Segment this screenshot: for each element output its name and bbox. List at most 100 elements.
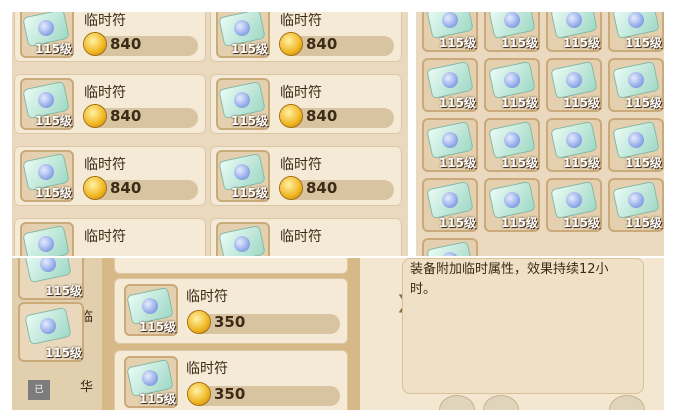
- item-icon-slot: 115级: [124, 284, 178, 336]
- item-name: 临时符: [84, 85, 126, 101]
- coin-icon: [84, 33, 106, 55]
- inventory-slot[interactable]: 115级: [546, 178, 602, 232]
- item-icon-slot: 115级: [124, 356, 178, 408]
- shop-list-panel: 115级 临时符 840 115级 临时符 840 115级 临时符 840 1…: [12, 12, 408, 256]
- inventory-slot[interactable]: 115级: [484, 58, 540, 112]
- inventory-slot[interactable]: 115级: [422, 58, 478, 112]
- item-name: 临时符: [280, 13, 322, 29]
- shop-item-card[interactable]: 115级 临时符 840: [210, 146, 402, 206]
- item-detail-panel: ❯ 装备附加临时属性，效果持续12小时。: [360, 258, 664, 410]
- talisman-icon: [427, 62, 473, 98]
- item-level: 115级: [438, 156, 476, 170]
- price-bar: [190, 314, 340, 334]
- inventory-slot[interactable]: 115级: [484, 178, 540, 232]
- inventory-slot[interactable]: 115级: [546, 118, 602, 172]
- item-name: 临时符: [84, 157, 126, 173]
- item-name: 临时符: [186, 361, 228, 377]
- inventory-slot[interactable]: 115级: [546, 58, 602, 112]
- item-price: 840: [110, 107, 142, 125]
- item-level: 115级: [500, 36, 538, 50]
- seal-badge: 已: [28, 380, 50, 400]
- item-icon-slot: 115级: [216, 150, 270, 202]
- item-level: 115级: [500, 216, 538, 230]
- shop-item-card[interactable]: 115级 临时符 840: [210, 74, 402, 134]
- item-level: 115级: [230, 114, 268, 128]
- coin-icon: [188, 311, 210, 333]
- description-box: 装备附加临时属性，效果持续12小时。: [402, 258, 644, 394]
- item-icon-slot: 115级: [20, 12, 74, 58]
- side-item-slot[interactable]: 115级: [18, 258, 84, 300]
- item-level: 115级: [44, 284, 82, 298]
- item-level: 115级: [230, 42, 268, 56]
- shop-item-card[interactable]: 115级 临时符 840: [14, 12, 206, 62]
- inventory-slot[interactable]: 115级: [608, 118, 664, 172]
- shop-item-card[interactable]: 115级 临时符: [14, 218, 206, 256]
- talisman-icon: [551, 182, 597, 218]
- list-row: 115级 临时符 840 115级 临时符 840: [12, 12, 408, 64]
- item-level: 115级: [624, 156, 662, 170]
- side-item-name: 华: [80, 380, 94, 395]
- item-price: 350: [214, 385, 246, 403]
- item-description: 装备附加临时属性，效果持续12小时。: [410, 262, 609, 297]
- shop-item-card[interactable]: 115级 临时符: [210, 218, 402, 256]
- shop-item-card[interactable]: 115级 临时符 840: [14, 146, 206, 206]
- talisman-icon: [551, 62, 597, 98]
- talisman-icon: [613, 122, 659, 158]
- shop-item-card[interactable]: 115级 临时符 350: [114, 350, 348, 410]
- item-level: 115级: [438, 36, 476, 50]
- item-level: 115级: [624, 96, 662, 110]
- item-name: 临时符: [186, 289, 228, 305]
- talisman-icon: [427, 242, 473, 256]
- inventory-slot[interactable]: 115级: [422, 118, 478, 172]
- list-row: 115级 临时符 840 115级 临时符 840: [12, 72, 408, 136]
- item-level: 115级: [438, 216, 476, 230]
- inventory-slot[interactable]: 115级: [608, 178, 664, 232]
- item-icon-slot: 115级: [20, 150, 74, 202]
- inventory-grid: 115级 115级 115级 115级 115级 115级 115级 115级 …: [416, 12, 664, 256]
- action-button[interactable]: [484, 396, 518, 410]
- action-button[interactable]: [610, 396, 644, 410]
- item-icon-slot: 115级: [20, 222, 74, 256]
- item-name: 临时符: [84, 229, 126, 245]
- inventory-slot[interactable]: 115级: [608, 58, 664, 112]
- item-level: 115级: [624, 216, 662, 230]
- item-price: 840: [306, 35, 338, 53]
- inventory-slot[interactable]: 115级: [422, 12, 478, 52]
- item-level: 115级: [562, 216, 600, 230]
- talisman-icon: [551, 122, 597, 158]
- inventory-slot[interactable]: 115级: [422, 178, 478, 232]
- item-name: 临时符: [280, 85, 322, 101]
- item-icon-slot: 115级: [20, 78, 74, 130]
- item-name: 临时符: [280, 157, 322, 173]
- item-level: 115级: [34, 42, 72, 56]
- item-level: 115级: [562, 96, 600, 110]
- item-icon-slot: 115级: [216, 222, 270, 256]
- item-level: 115级: [34, 114, 72, 128]
- item-level: 115级: [500, 156, 538, 170]
- shop-item-card[interactable]: 115级 临时符 840: [14, 74, 206, 134]
- item-level: 115级: [138, 320, 176, 334]
- shop-item-card[interactable]: [114, 258, 348, 274]
- side-item-slot[interactable]: 115级: [18, 302, 84, 362]
- action-button[interactable]: [440, 396, 474, 410]
- item-price: 840: [306, 179, 338, 197]
- item-level: 115级: [562, 156, 600, 170]
- price-bar: [190, 386, 340, 406]
- coin-icon: [280, 33, 302, 55]
- coin-icon: [84, 177, 106, 199]
- shop-item-card[interactable]: 115级 临时符 350: [114, 278, 348, 344]
- inventory-slot[interactable]: 115级: [546, 12, 602, 52]
- item-icon-slot: 115级: [216, 12, 270, 58]
- shop-item-card[interactable]: 115级 临时符 840: [210, 12, 402, 62]
- talisman-icon: [613, 62, 659, 98]
- item-level: 115级: [562, 36, 600, 50]
- coin-icon: [280, 177, 302, 199]
- side-list: 115级 临 115级 华 已: [12, 258, 102, 410]
- inventory-slot[interactable]: [422, 238, 478, 256]
- inventory-slot[interactable]: 115级: [484, 12, 540, 52]
- item-name: 临时符: [84, 13, 126, 29]
- inventory-slot[interactable]: 115级: [608, 12, 664, 52]
- item-price: 840: [110, 35, 142, 53]
- item-level: 115级: [624, 36, 662, 50]
- inventory-slot[interactable]: 115级: [484, 118, 540, 172]
